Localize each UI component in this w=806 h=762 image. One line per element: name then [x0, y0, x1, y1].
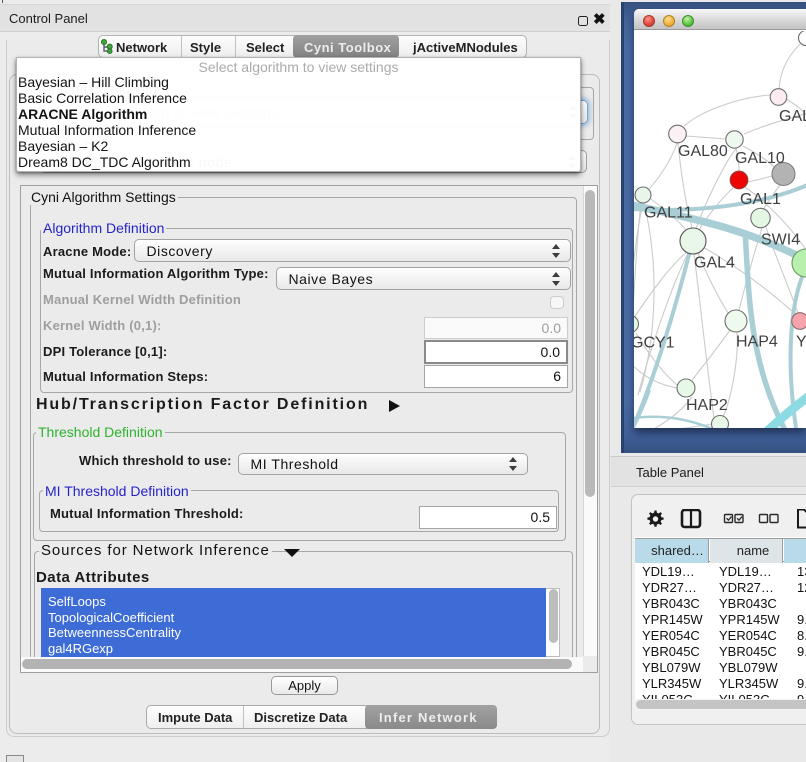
svg-text:SWI4: SWI4	[761, 232, 800, 249]
svg-text:Y: Y	[796, 334, 806, 351]
svg-text:GAL1: GAL1	[740, 191, 781, 208]
svg-text:GAL4: GAL4	[694, 255, 735, 272]
svg-text:HAP4: HAP4	[736, 334, 778, 351]
svg-text:HAP2: HAP2	[686, 397, 728, 414]
svg-text:GAL10: GAL10	[735, 150, 785, 167]
svg-text:GCY1: GCY1	[634, 335, 675, 352]
svg-text:GAL11: GAL11	[644, 205, 693, 222]
svg-text:GAL2: GAL2	[779, 108, 806, 125]
svg-text:GAL80: GAL80	[678, 143, 728, 160]
